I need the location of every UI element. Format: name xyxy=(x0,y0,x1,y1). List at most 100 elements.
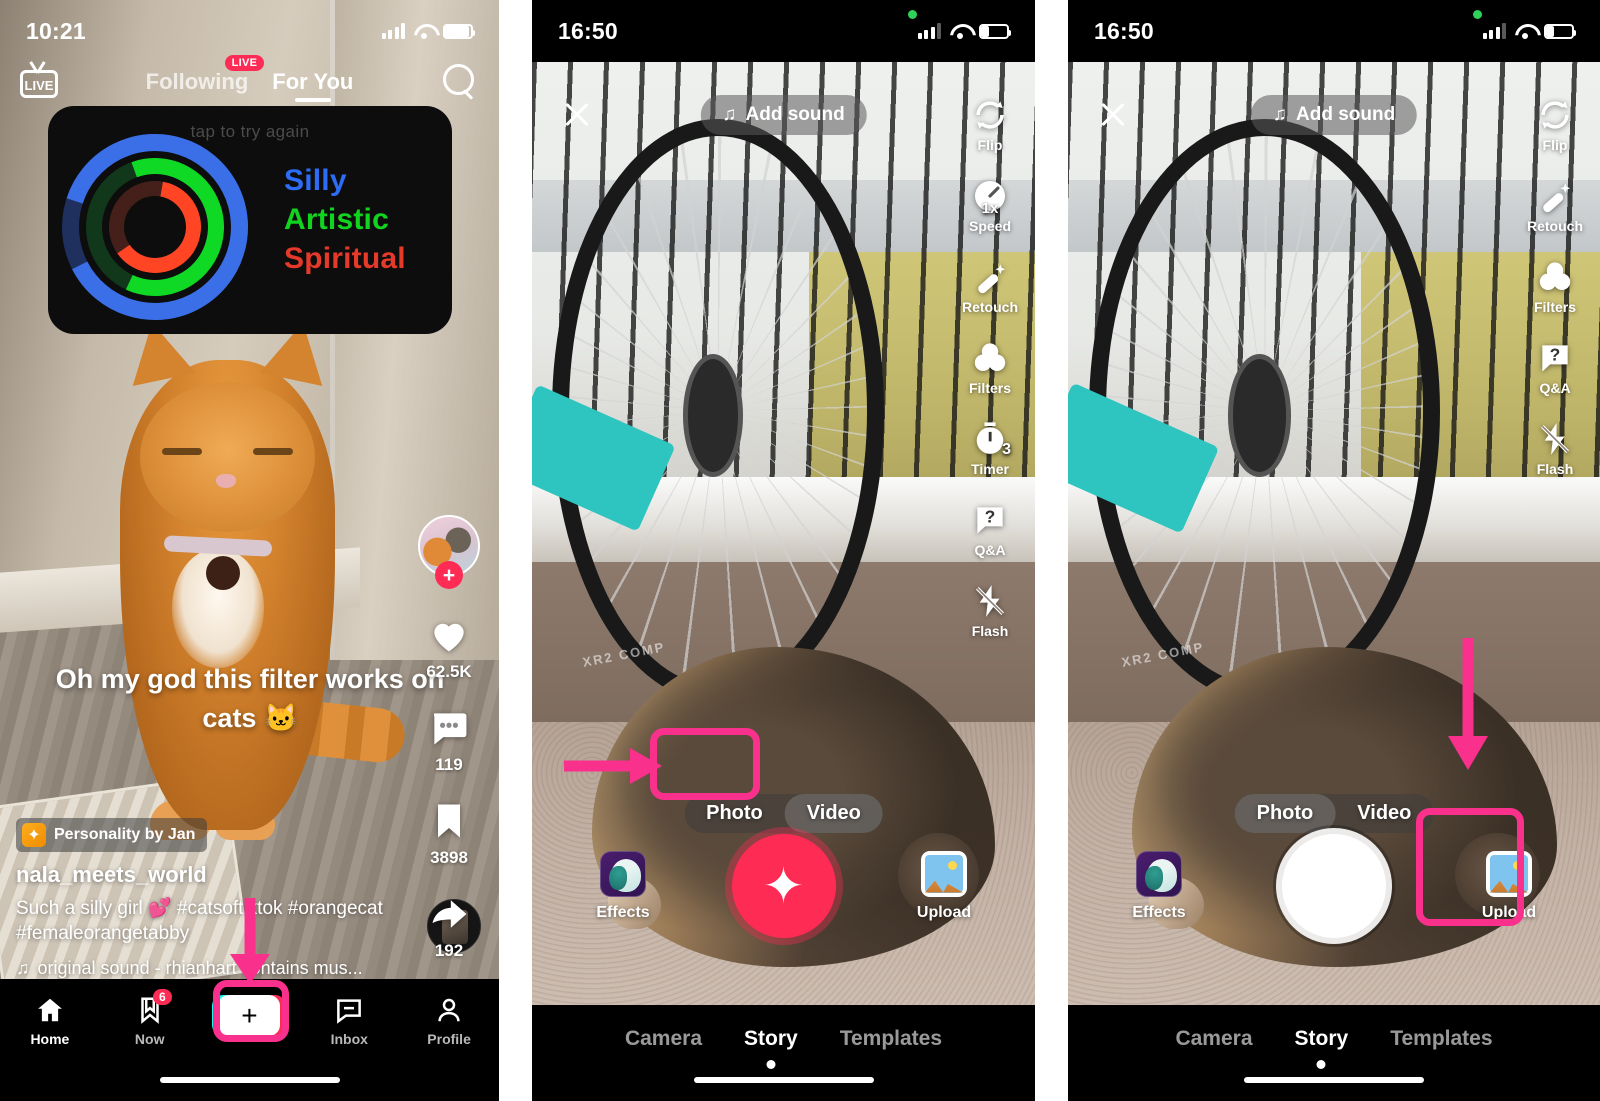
battery-icon xyxy=(979,23,1011,39)
status-bar-panel3: 16:50 xyxy=(1068,0,1600,62)
tab-home-label: Home xyxy=(30,1031,70,1047)
panel-story-camera-photo: XR2 COMP 16:50 ♫ Add sound Flip Retouch … xyxy=(1068,0,1600,1101)
now-badge: 6 xyxy=(152,989,172,1005)
tool-flash[interactable]: Flash xyxy=(1518,420,1592,477)
svg-text:?: ? xyxy=(985,506,996,526)
camera-tab-templates[interactable]: Templates xyxy=(840,1027,942,1051)
qa-icon: ? xyxy=(1542,344,1568,372)
status-time: 16:50 xyxy=(1094,17,1154,44)
video-overlay-text: Oh my god this filter works on cats 🐱 xyxy=(55,664,445,734)
tab-profile[interactable]: Profile xyxy=(399,995,499,1047)
filter-result-card[interactable]: tap to try again Silly Artistic Spiritua… xyxy=(48,106,452,334)
tool-filters[interactable]: Filters xyxy=(953,339,1027,396)
add-sound-button[interactable]: ♫ Add sound xyxy=(1250,95,1418,135)
tab-inbox-label: Inbox xyxy=(330,1031,368,1047)
sparkle-icon: ✦ xyxy=(762,858,805,914)
camera-ui-overlay: ♫ Add sound Flip 1x Speed Retouch Filter… xyxy=(532,0,1035,1101)
share-count: 192 xyxy=(434,941,464,960)
camera-tab-templates[interactable]: Templates xyxy=(1390,1027,1492,1051)
tool-flip[interactable]: Flip xyxy=(1518,96,1592,153)
upload-label: Upload xyxy=(1481,903,1537,921)
author-username[interactable]: nala_meets_world xyxy=(16,862,406,888)
camera-tool-column: Flip Retouch Filters ? Q&A Flash xyxy=(1518,96,1592,477)
upload-button[interactable]: Upload xyxy=(899,850,989,922)
filter-result-labels: Silly Artistic Spiritual xyxy=(284,164,406,276)
tab-profile-label: Profile xyxy=(427,1031,471,1047)
follow-button[interactable]: + xyxy=(435,561,463,589)
effect-sparkle-icon xyxy=(22,822,46,847)
camera-tab-story[interactable]: Story xyxy=(744,1027,798,1051)
upload-button[interactable]: Upload xyxy=(1464,850,1554,922)
music-note-icon: ♫ xyxy=(16,958,30,978)
shutter-button[interactable]: ✦ xyxy=(731,834,836,938)
add-sound-label: Add sound xyxy=(1296,104,1396,125)
status-indicators xyxy=(381,23,475,39)
bookmark-button[interactable]: 3898 xyxy=(427,799,471,868)
tab-now[interactable]: 6 Now xyxy=(100,989,200,1047)
retouch-icon xyxy=(978,264,1006,294)
effects-button[interactable]: Effects xyxy=(578,850,668,922)
create-icon[interactable]: + xyxy=(212,995,287,1036)
timer-value: 3 xyxy=(1002,441,1011,458)
tool-retouch[interactable]: Retouch xyxy=(1518,177,1592,234)
tool-flash[interactable]: Flash xyxy=(953,582,1027,639)
tab-following[interactable]: Following LIVE xyxy=(146,54,265,102)
tab-for-you[interactable]: For You xyxy=(272,69,353,102)
comment-count: 119 xyxy=(435,755,463,774)
live-icon[interactable]: LIVE xyxy=(18,60,60,100)
effects-button[interactable]: Effects xyxy=(1114,850,1204,922)
close-icon[interactable] xyxy=(1098,100,1128,130)
author-avatar[interactable]: + xyxy=(418,515,480,589)
bookmark-icon xyxy=(438,804,460,838)
feed-tabs: Following LIVE For You xyxy=(146,54,353,102)
upload-label: Upload xyxy=(916,903,972,921)
tab-inbox[interactable]: Inbox xyxy=(299,995,399,1047)
cat-face xyxy=(140,382,315,532)
camera-tab-camera[interactable]: Camera xyxy=(625,1027,702,1051)
tool-flip[interactable]: Flip xyxy=(953,96,1027,153)
battery-icon xyxy=(1544,23,1576,39)
search-icon[interactable] xyxy=(443,64,475,96)
tool-speed[interactable]: 1x Speed xyxy=(953,177,1027,234)
camera-tab-story[interactable]: Story xyxy=(1295,1027,1349,1051)
comment-button[interactable]: 119 xyxy=(427,706,471,775)
tool-timer[interactable]: 3 Timer xyxy=(953,420,1027,477)
status-indicators xyxy=(1482,23,1576,39)
sound-title: original sound - rhianhart contains mus.… xyxy=(37,958,363,978)
upload-icon xyxy=(1486,850,1532,897)
screenshot-stage: 10:21 LIVE Following LIVE For You tap to… xyxy=(0,0,1600,1101)
svg-text:?: ? xyxy=(1550,344,1561,364)
bookmark-count: 3898 xyxy=(430,848,468,867)
home-indicator xyxy=(1244,1077,1424,1083)
result-label-silly: Silly xyxy=(284,164,347,197)
heart-icon xyxy=(434,623,464,652)
cat-eye-right xyxy=(253,448,293,455)
tool-qa[interactable]: ? Q&A xyxy=(953,501,1027,558)
shutter-button[interactable] xyxy=(1282,834,1386,938)
music-note-icon: ♫ xyxy=(722,104,737,125)
feed-action-rail: + 62.5K 119 3898 192 xyxy=(413,515,485,961)
status-indicators xyxy=(917,23,1011,39)
tab-home[interactable]: Home xyxy=(0,995,100,1047)
close-icon[interactable] xyxy=(562,100,592,130)
music-note-icon: ♫ xyxy=(1272,104,1288,125)
camera-ui-overlay: ♫ Add sound Flip Retouch Filters ? Q&A F… xyxy=(1068,0,1600,1101)
tab-for-you-label: For You xyxy=(272,68,354,94)
sound-row[interactable]: ♫ original sound - rhianhart contains mu… xyxy=(16,958,406,979)
like-button[interactable]: 62.5K xyxy=(426,613,472,682)
tool-retouch[interactable]: Retouch xyxy=(953,258,1027,315)
tool-qa[interactable]: ? Q&A xyxy=(1518,339,1592,396)
effect-attribution-chip[interactable]: Personality by Jan xyxy=(16,817,208,852)
share-button[interactable]: 192 xyxy=(427,892,471,961)
add-sound-button[interactable]: ♫ Add sound xyxy=(700,95,867,135)
cat-collar-tag xyxy=(206,556,240,590)
panel-tiktok-feed: 10:21 LIVE Following LIVE For You tap to… xyxy=(0,0,499,1101)
tab-now-label: Now xyxy=(134,1031,165,1047)
comment-icon xyxy=(433,713,467,745)
status-bar-panel2: 16:50 xyxy=(532,0,1035,62)
inbox-icon xyxy=(337,999,362,1024)
tool-filters[interactable]: Filters xyxy=(1518,258,1592,315)
camera-tab-camera[interactable]: Camera xyxy=(1175,1027,1252,1051)
tool-filters-label: Filters xyxy=(968,380,1011,396)
tab-create[interactable]: + xyxy=(200,995,300,1036)
